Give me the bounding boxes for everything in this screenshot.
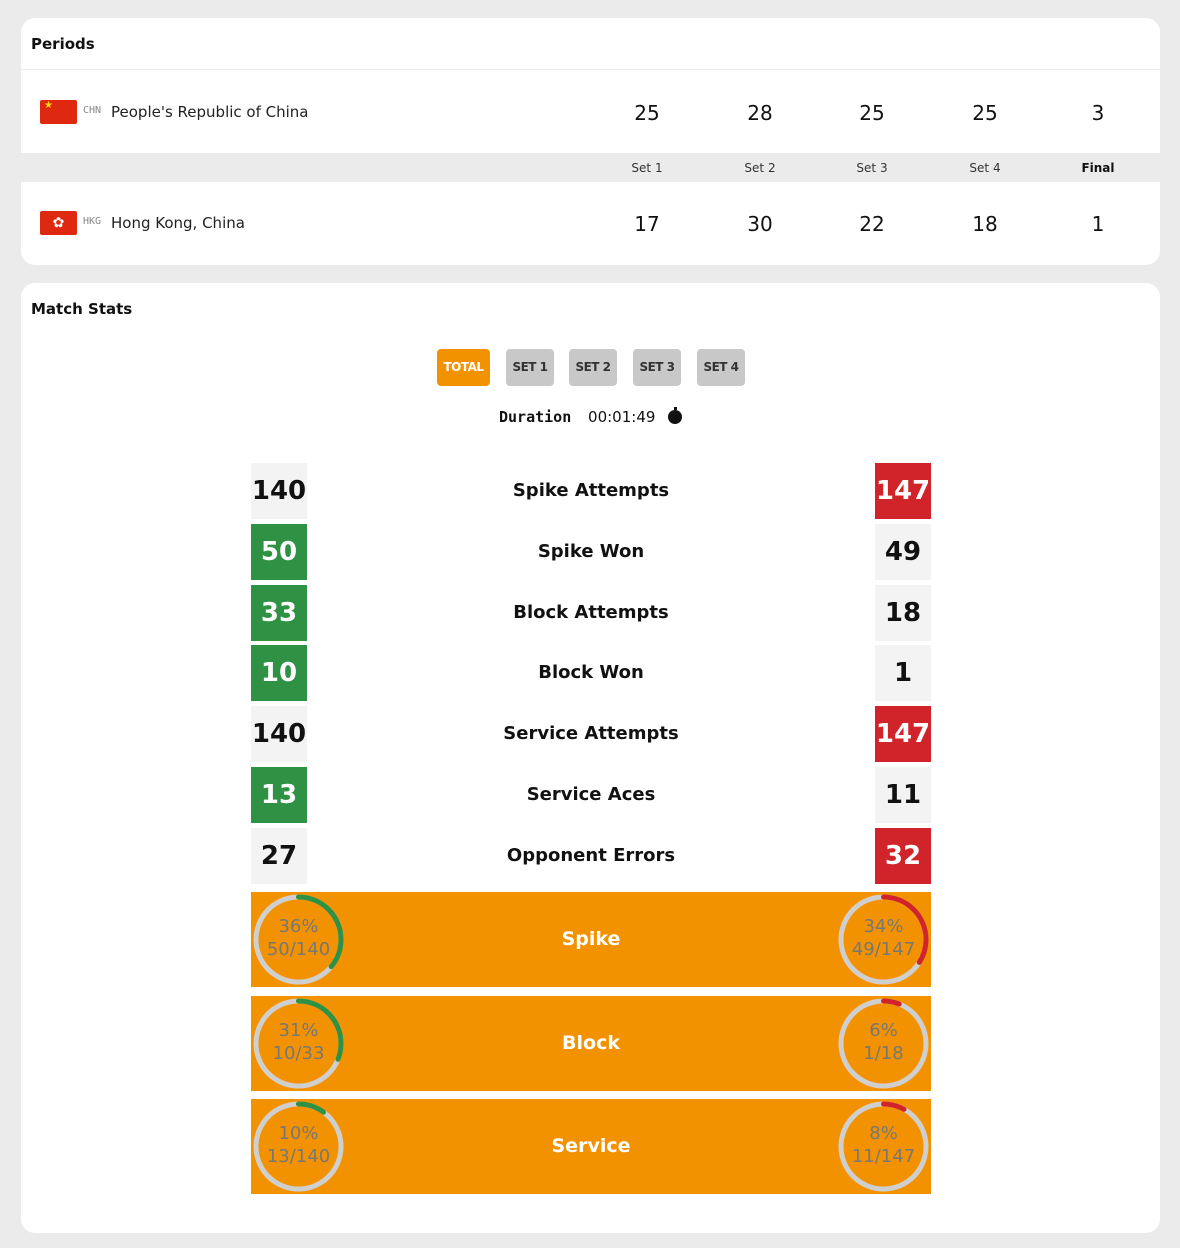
duration-label: Duration bbox=[499, 408, 572, 426]
away-stat-value: 49 bbox=[875, 523, 931, 580]
header-set2: Set 2 bbox=[744, 161, 776, 175]
hong-kong-flag-icon: ✿ bbox=[40, 211, 77, 235]
team-name: Hong Kong, China bbox=[111, 214, 245, 232]
stat-label: Service Aces bbox=[526, 784, 656, 805]
percentage-label: Spike bbox=[561, 928, 621, 950]
china-flag-icon: ★ bbox=[40, 100, 77, 124]
divider bbox=[21, 69, 1160, 70]
periods-title: Periods bbox=[31, 35, 95, 53]
away-stat-value: 1 bbox=[875, 645, 931, 702]
tab-set1[interactable]: SET 1 bbox=[506, 349, 554, 386]
home-percentage-ring: 36% 50/140 bbox=[251, 892, 346, 987]
ratio: 1/18 bbox=[863, 1042, 904, 1064]
percentage: 34% bbox=[863, 916, 904, 937]
away-stat-value: 147 bbox=[875, 463, 931, 519]
ratio: 49/147 bbox=[851, 939, 916, 960]
stat-row: 50 Spike Won 49 bbox=[251, 523, 931, 580]
watermark bbox=[488, 1200, 688, 1236]
percentage-row: 31% 10/33 Block 6% 1/18 bbox=[251, 995, 931, 1091]
percentage: 10% bbox=[278, 1123, 319, 1144]
header-final: Final bbox=[1081, 161, 1115, 175]
header-set1: Set 1 bbox=[631, 161, 663, 175]
match-stats-title: Match Stats bbox=[31, 300, 133, 318]
away-percentage-ring: 8% 11/147 bbox=[836, 1099, 931, 1194]
percentage: 6% bbox=[869, 1019, 898, 1041]
team-code: HKG bbox=[83, 216, 102, 227]
stat-row: 10 Block Won 1 bbox=[251, 645, 931, 702]
stat-label: Block Attempts bbox=[513, 601, 669, 623]
set4-score: 25 bbox=[972, 101, 998, 125]
set2-score: 30 bbox=[747, 212, 773, 236]
stopwatch-icon bbox=[668, 407, 683, 424]
home-stat-value: 27 bbox=[251, 827, 307, 884]
percentage: 31% bbox=[278, 1019, 319, 1041]
ring-text: 8% 11/147 bbox=[836, 1122, 931, 1168]
ratio: 13/140 bbox=[266, 1146, 331, 1167]
home-stat-value: 50 bbox=[251, 523, 307, 580]
set4-score: 18 bbox=[972, 212, 998, 236]
stat-label: Service Attempts bbox=[503, 723, 679, 745]
away-stat-value: 18 bbox=[875, 584, 931, 641]
team-row-chn: ★ CHN People's Republic of China 25 28 2… bbox=[21, 92, 1160, 132]
tab-set3[interactable]: SET 3 bbox=[633, 349, 681, 386]
periods-header: Set 1 Set 2 Set 3 Set 4 Final bbox=[21, 153, 1160, 182]
stat-row: 13 Service Aces 11 bbox=[251, 767, 931, 823]
stat-label: Block Won bbox=[538, 662, 644, 684]
away-percentage-ring: 6% 1/18 bbox=[836, 996, 931, 1091]
stat-row: 27 Opponent Errors 32 bbox=[251, 827, 931, 884]
home-stat-value: 140 bbox=[251, 706, 307, 763]
tab-total[interactable]: TOTAL bbox=[437, 349, 490, 386]
team-name: People's Republic of China bbox=[111, 103, 309, 121]
home-stat-value: 140 bbox=[251, 463, 307, 519]
away-percentage-ring: 34% 49/147 bbox=[836, 892, 931, 987]
ring-text: 36% 50/140 bbox=[251, 915, 346, 961]
stat-label: Spike Won bbox=[537, 540, 645, 562]
duration: Duration 00:01:49 bbox=[499, 407, 683, 426]
away-stat-value: 11 bbox=[875, 767, 931, 823]
stat-label: Spike Attempts bbox=[512, 480, 670, 501]
stat-row: 140 Spike Attempts 147 bbox=[251, 463, 931, 519]
away-stat-value: 147 bbox=[875, 706, 931, 763]
final-score: 3 bbox=[1091, 101, 1105, 125]
away-stat-value: 32 bbox=[875, 827, 931, 884]
home-stat-value: 33 bbox=[251, 584, 307, 641]
stat-label: Opponent Errors bbox=[506, 844, 676, 866]
ratio: 10/33 bbox=[272, 1042, 325, 1064]
percentage-row: 36% 50/140 Spike 34% 49/147 bbox=[251, 892, 931, 987]
team-row-hkg: ✿ HKG Hong Kong, China 17 30 22 18 1 bbox=[21, 203, 1160, 243]
percentage-row: 10% 13/140 Service 8% 11/147 bbox=[251, 1099, 931, 1194]
home-percentage-ring: 10% 13/140 bbox=[251, 1099, 346, 1194]
percentage: 8% bbox=[869, 1123, 898, 1144]
header-set4: Set 4 bbox=[969, 161, 1001, 175]
set1-score: 25 bbox=[634, 101, 660, 125]
duration-value: 00:01:49 bbox=[588, 408, 656, 426]
set2-score: 28 bbox=[747, 101, 773, 125]
periods-card: Periods ★ CHN People's Republic of China… bbox=[21, 18, 1160, 265]
tab-set4[interactable]: SET 4 bbox=[697, 349, 745, 386]
percentage-label: Block bbox=[562, 1031, 620, 1054]
final-score: 1 bbox=[1091, 212, 1105, 236]
stat-row: 33 Block Attempts 18 bbox=[251, 584, 931, 641]
stat-row: 140 Service Attempts 147 bbox=[251, 706, 931, 763]
ring-text: 6% 1/18 bbox=[836, 1019, 931, 1065]
ring-text: 34% 49/147 bbox=[836, 915, 931, 961]
home-stat-value: 10 bbox=[251, 645, 307, 702]
set-tabs: TOTAL SET 1 SET 2 SET 3 SET 4 bbox=[21, 349, 1160, 386]
set3-score: 25 bbox=[859, 101, 885, 125]
percentage-label: Service bbox=[551, 1135, 631, 1157]
team-code: CHN bbox=[83, 105, 102, 116]
home-percentage-ring: 31% 10/33 bbox=[251, 996, 346, 1091]
tab-set2[interactable]: SET 2 bbox=[569, 349, 617, 386]
ring-text: 31% 10/33 bbox=[251, 1019, 346, 1065]
match-stats-card: Match Stats TOTAL SET 1 SET 2 SET 3 SET … bbox=[21, 283, 1160, 1233]
set3-score: 22 bbox=[859, 212, 885, 236]
set1-score: 17 bbox=[634, 212, 660, 236]
percentage: 36% bbox=[278, 916, 319, 937]
ring-text: 10% 13/140 bbox=[251, 1122, 346, 1168]
ratio: 11/147 bbox=[851, 1146, 916, 1167]
home-stat-value: 13 bbox=[251, 767, 307, 823]
ratio: 50/140 bbox=[266, 939, 331, 960]
header-set3: Set 3 bbox=[856, 161, 888, 175]
